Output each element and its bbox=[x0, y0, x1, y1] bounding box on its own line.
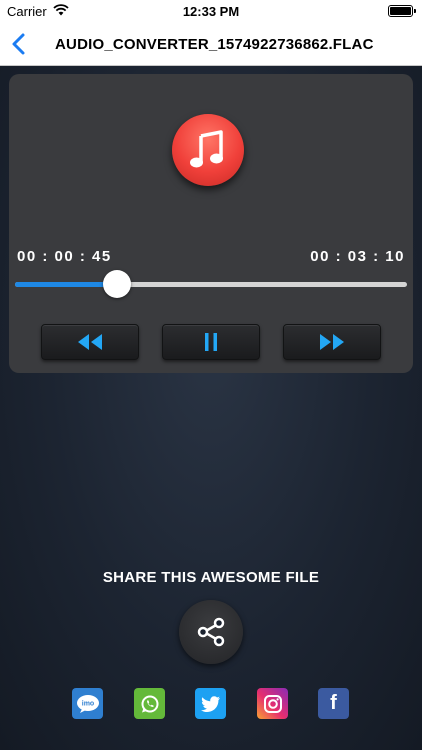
seek-thumb[interactable] bbox=[102, 270, 131, 298]
clock: 12:33 PM bbox=[182, 4, 240, 19]
whatsapp-share-button[interactable] bbox=[134, 688, 165, 719]
rewind-icon bbox=[78, 334, 102, 350]
share-heading: SHARE THIS AWESOME FILE bbox=[102, 569, 320, 586]
rewind-button[interactable] bbox=[41, 324, 139, 360]
seek-slider[interactable] bbox=[15, 270, 407, 298]
imo-share-button[interactable]: imo bbox=[72, 688, 103, 719]
twitter-icon bbox=[200, 695, 220, 712]
seek-progress bbox=[15, 282, 117, 287]
share-icon bbox=[197, 617, 225, 647]
imo-label: imo bbox=[81, 700, 93, 707]
imo-icon: imo bbox=[76, 694, 99, 713]
music-note-icon bbox=[172, 114, 244, 186]
page-title: AUDIO_CONVERTER_1574922736862.FLAC bbox=[55, 36, 374, 53]
facebook-icon: f bbox=[330, 692, 337, 714]
battery-icon bbox=[388, 5, 416, 17]
total-time: 00 : 03 : 10 bbox=[310, 248, 405, 265]
fast-forward-button[interactable] bbox=[283, 324, 381, 360]
pause-icon bbox=[205, 333, 217, 351]
instagram-icon bbox=[263, 694, 282, 713]
navigation-bar: AUDIO_CONVERTER_1574922736862.FLAC bbox=[0, 22, 422, 66]
instagram-share-button[interactable] bbox=[257, 688, 288, 719]
pause-button[interactable] bbox=[162, 324, 260, 360]
share-button[interactable] bbox=[179, 600, 243, 664]
whatsapp-icon bbox=[141, 695, 158, 712]
fast-forward-icon bbox=[320, 334, 344, 350]
twitter-share-button[interactable] bbox=[195, 688, 226, 719]
status-bar: Carrier 12:33 PM bbox=[0, 0, 422, 22]
audio-player-card: 00 : 00 : 45 00 : 03 : 10 bbox=[9, 74, 413, 373]
facebook-share-button[interactable]: f bbox=[318, 688, 349, 719]
main-content: 00 : 00 : 45 00 : 03 : 10 SHARE THIS AWE… bbox=[0, 66, 422, 750]
elapsed-time: 00 : 00 : 45 bbox=[17, 248, 112, 265]
chevron-left-icon[interactable] bbox=[8, 31, 32, 57]
